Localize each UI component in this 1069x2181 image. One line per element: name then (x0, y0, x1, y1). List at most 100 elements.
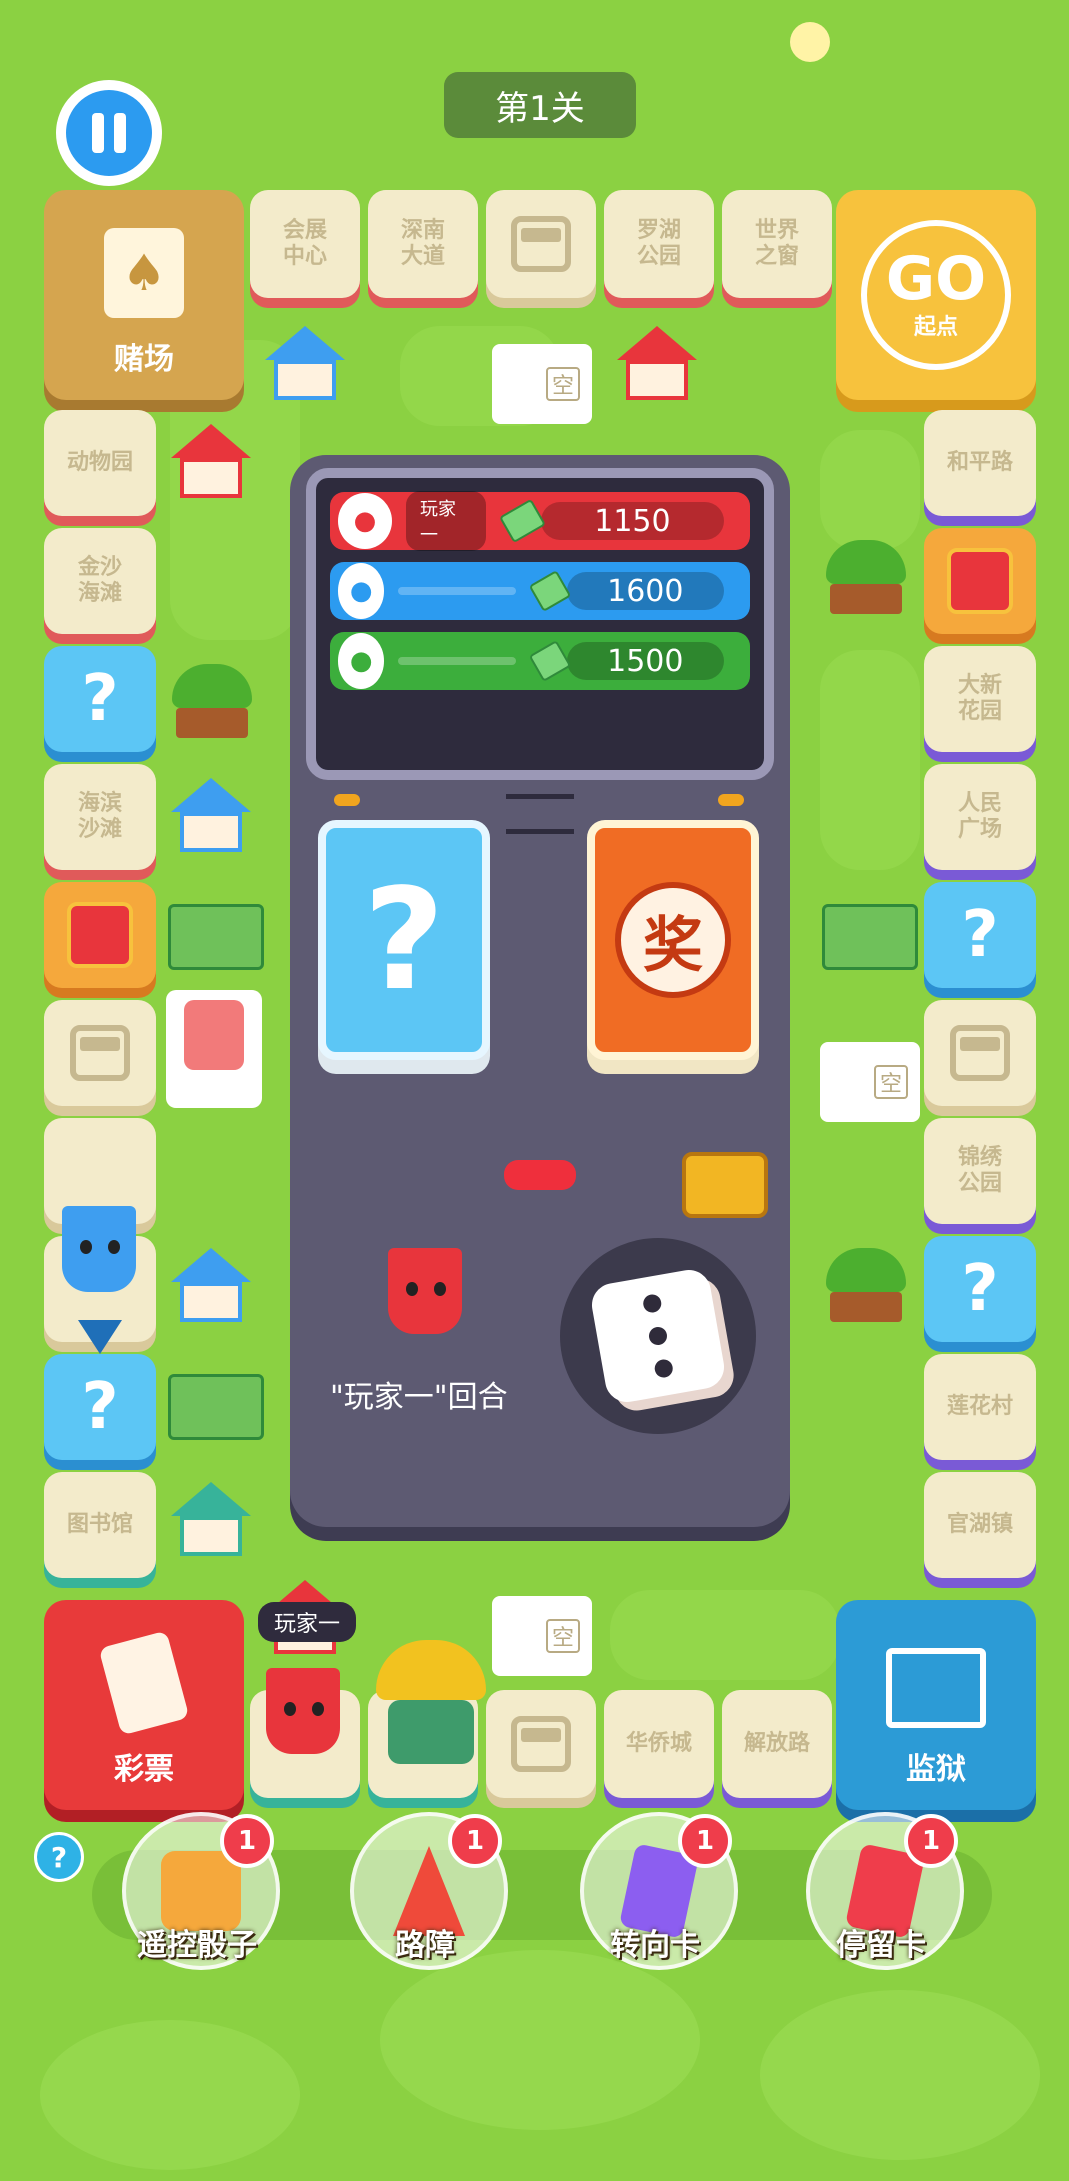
prop-label: 遥控骰子 (137, 1928, 257, 1963)
bus-icon (511, 216, 571, 272)
treasure-chest-icon[interactable] (682, 1152, 768, 1218)
player-row-2: ● 1600 (330, 562, 750, 620)
turn-indicator: "玩家一"回合 (330, 1380, 508, 1415)
tile-bottom-4[interactable]: 华侨城 (604, 1690, 714, 1798)
bus-stop-sign: 空 (820, 1042, 920, 1122)
score-screen: ● 玩家一 1150 ● 1600 ● 1500 (306, 468, 774, 780)
tile-right-bus[interactable] (924, 1000, 1036, 1106)
cards-icon: ♠ (104, 228, 184, 318)
tile-right-1[interactable]: 和平路 (924, 410, 1036, 516)
money-stack-icon (168, 1374, 264, 1440)
player-token-red (266, 1668, 340, 1754)
tile-bottom-bus[interactable] (486, 1690, 596, 1798)
player-row-1: ● 玩家一 1150 (330, 491, 750, 551)
prop-label: 路障 (395, 1928, 455, 1963)
start-label: 起点 (913, 315, 958, 340)
cash-icon (529, 639, 572, 683)
samurai-character (376, 1640, 486, 1770)
player-2-money: 1600 (566, 572, 724, 610)
panel-light (334, 794, 360, 806)
dice-icon (588, 1266, 728, 1406)
tile-top-bus[interactable] (486, 190, 596, 298)
tile-left-4[interactable]: 海滨 沙滩 (44, 764, 156, 870)
tile-right-7[interactable]: 锦绣 公园 (924, 1118, 1036, 1224)
ticket-icon (98, 1630, 190, 1736)
bus-icon (70, 1025, 130, 1081)
tile-top-4[interactable]: 罗湖 公园 (604, 190, 714, 298)
house-icon (171, 778, 251, 852)
tile-left-chance-2[interactable]: ? (44, 1354, 156, 1460)
prop-count-badge: 1 (220, 1814, 274, 1868)
current-player-token (388, 1248, 462, 1334)
flower-icon (790, 22, 830, 62)
prop-count-badge: 1 (904, 1814, 958, 1868)
player-name-tag: 玩家一 (258, 1602, 357, 1642)
player-3-money: 1500 (566, 642, 724, 680)
bus-icon (511, 1716, 571, 1772)
cash-icon (529, 569, 572, 613)
bus-icon (950, 1025, 1010, 1081)
bus-stop-label: 空 (546, 367, 580, 401)
tile-right-gift[interactable] (924, 528, 1036, 634)
help-icon[interactable]: ? (34, 1832, 84, 1882)
player-token-blue (62, 1206, 136, 1292)
money-stack-icon (168, 904, 264, 970)
house-icon (171, 1482, 251, 1556)
bus-stop-label: 空 (546, 1619, 580, 1653)
plant-icon (826, 1248, 906, 1328)
jail-icon (886, 1648, 986, 1728)
tile-right-3[interactable]: 大新 花园 (924, 646, 1036, 752)
house-icon (265, 326, 345, 400)
gift-icon (947, 548, 1013, 614)
jail-corner[interactable]: 监狱 (836, 1600, 1036, 1810)
tile-left-2[interactable]: 金沙 海滩 (44, 528, 156, 634)
prop-count-badge: 1 (678, 1814, 732, 1868)
tile-right-10[interactable]: 官湖镇 (924, 1472, 1036, 1578)
tile-left-10[interactable]: 图书馆 (44, 1472, 156, 1578)
plant-icon (172, 664, 252, 744)
lottery-label: 彩票 (114, 1752, 174, 1787)
tile-right-chance-2[interactable]: ? (924, 1236, 1036, 1342)
prop-label: 转向卡 (610, 1928, 700, 1963)
player-2-name (398, 587, 517, 595)
tile-right-9[interactable]: 莲花村 (924, 1354, 1036, 1460)
jail-label: 监狱 (906, 1752, 966, 1787)
tile-right-4[interactable]: 人民 广场 (924, 764, 1036, 870)
player-2-avatar: ● (338, 563, 385, 619)
player-1-name: 玩家一 (405, 491, 487, 551)
player-3-avatar: ● (338, 633, 385, 689)
player-3-name (398, 657, 517, 665)
roll-dice-button[interactable] (560, 1238, 756, 1434)
plant-icon (826, 540, 906, 620)
tile-bottom-5[interactable]: 解放路 (722, 1690, 832, 1798)
tile-top-5[interactable]: 世界 之窗 (722, 190, 832, 298)
tile-top-1[interactable]: 会展 中心 (250, 190, 360, 298)
tile-left-bus[interactable] (44, 1000, 156, 1106)
pause-button[interactable] (56, 80, 162, 186)
money-stack-icon (822, 904, 918, 970)
tile-top-2[interactable]: 深南 大道 (368, 190, 478, 298)
reward-card-deck[interactable]: 奖 (587, 820, 759, 1060)
tile-left-1[interactable]: 动物园 (44, 410, 156, 516)
indicator-light (504, 1160, 576, 1190)
bus-stop-sign: 空 (492, 1596, 592, 1676)
start-corner[interactable]: GO 起点 (836, 190, 1036, 400)
panel-vent (506, 794, 574, 834)
gift-icon (67, 902, 133, 968)
token-pointer-icon (78, 1320, 122, 1354)
house-icon (171, 424, 251, 498)
tile-right-chance-1[interactable]: ? (924, 882, 1036, 988)
chance-card-deck[interactable]: ? (318, 820, 490, 1060)
tile-left-gift[interactable] (44, 882, 156, 988)
player-1-money: 1150 (540, 502, 724, 540)
bus-icon (184, 1000, 244, 1070)
casino-label: 赌场 (114, 342, 174, 377)
casino-corner[interactable]: ♠ 赌场 (44, 190, 244, 400)
prop-label: 停留卡 (836, 1928, 926, 1963)
tile-left-chance-1[interactable]: ? (44, 646, 156, 752)
panel-light (718, 794, 744, 806)
go-circle: GO 起点 (861, 220, 1011, 370)
lottery-corner[interactable]: 彩票 (44, 1600, 244, 1810)
level-indicator: 第1关 (444, 72, 636, 138)
pause-icon (66, 90, 152, 176)
